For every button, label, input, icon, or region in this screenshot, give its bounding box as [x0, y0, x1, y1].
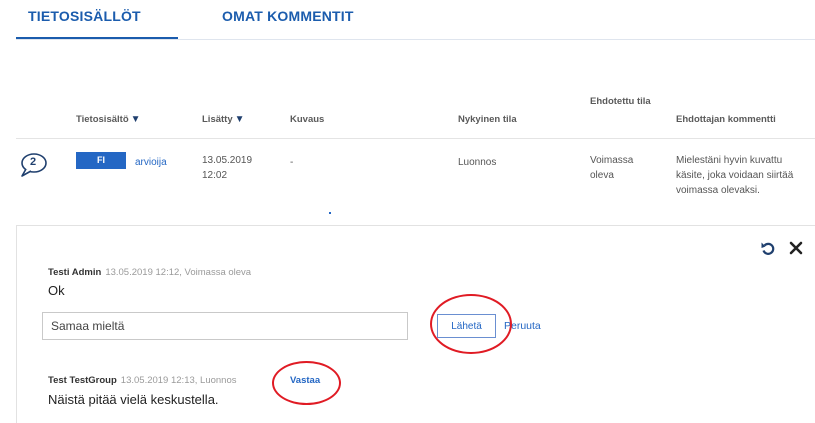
added-date: 13.05.2019	[202, 155, 253, 166]
column-header-ehdottajan-kommentti: Ehdottajan kommentti	[676, 114, 776, 125]
tab-bar: TIETOSISÄLLÖT OMAT KOMMENTIT	[0, 0, 815, 42]
highlight-circle	[272, 361, 341, 405]
column-header-kuvaus: Kuvaus	[290, 114, 325, 125]
current-state: Luonnos	[458, 157, 497, 168]
sort-down-icon[interactable]: ▼	[235, 114, 245, 125]
undo-icon[interactable]	[760, 240, 776, 256]
added-time: 12:02	[202, 170, 228, 181]
description: -	[290, 157, 294, 168]
content-link[interactable]: arvioija	[135, 155, 167, 170]
close-icon[interactable]	[788, 240, 804, 256]
comment-author: Testi Admin	[48, 267, 102, 278]
column-label: Lisätty	[202, 114, 233, 125]
comment-author: Test TestGroup	[48, 375, 117, 386]
column-header-tietosisalto[interactable]: Tietosisältö ▼	[76, 112, 141, 127]
column-header-lisatty[interactable]: Lisätty ▼	[202, 112, 245, 127]
comment-header: Test TestGroup 13.05.2019 12:13, Luonnos	[48, 374, 237, 388]
scroll-marker	[329, 212, 331, 214]
tab-omat-kommentit[interactable]: OMAT KOMMENTIT	[222, 8, 354, 24]
tab-divider	[16, 39, 815, 40]
proposed-state: Voimassa oleva	[590, 155, 634, 181]
comment-text: Näistä pitää vielä keskustella.	[48, 392, 219, 407]
column-header-ehdotettu-tila: Ehdotettu tila	[590, 96, 651, 107]
comment-meta: 13.05.2019 12:13, Luonnos	[120, 375, 237, 386]
comment-text: Ok	[48, 283, 65, 298]
header-divider	[16, 138, 815, 139]
column-header-nykyinen-tila: Nykyinen tila	[458, 114, 517, 125]
sort-down-icon[interactable]: ▼	[131, 114, 141, 125]
highlight-circle	[430, 294, 512, 354]
column-label: Tietosisältö	[76, 114, 129, 125]
comment-meta: 13.05.2019 12:12, Voimassa oleva	[105, 267, 252, 278]
reply-input[interactable]	[42, 312, 408, 340]
tab-tietosisallot[interactable]: TIETOSISÄLLÖT	[28, 8, 141, 24]
language-badge: FI	[76, 152, 126, 169]
comment-count: 2	[29, 156, 37, 168]
proposer-comment: Mielestäni hyvin kuvattu käsite, joka vo…	[676, 155, 794, 196]
comment-header: Testi Admin 13.05.2019 12:12, Voimassa ol…	[48, 266, 251, 280]
